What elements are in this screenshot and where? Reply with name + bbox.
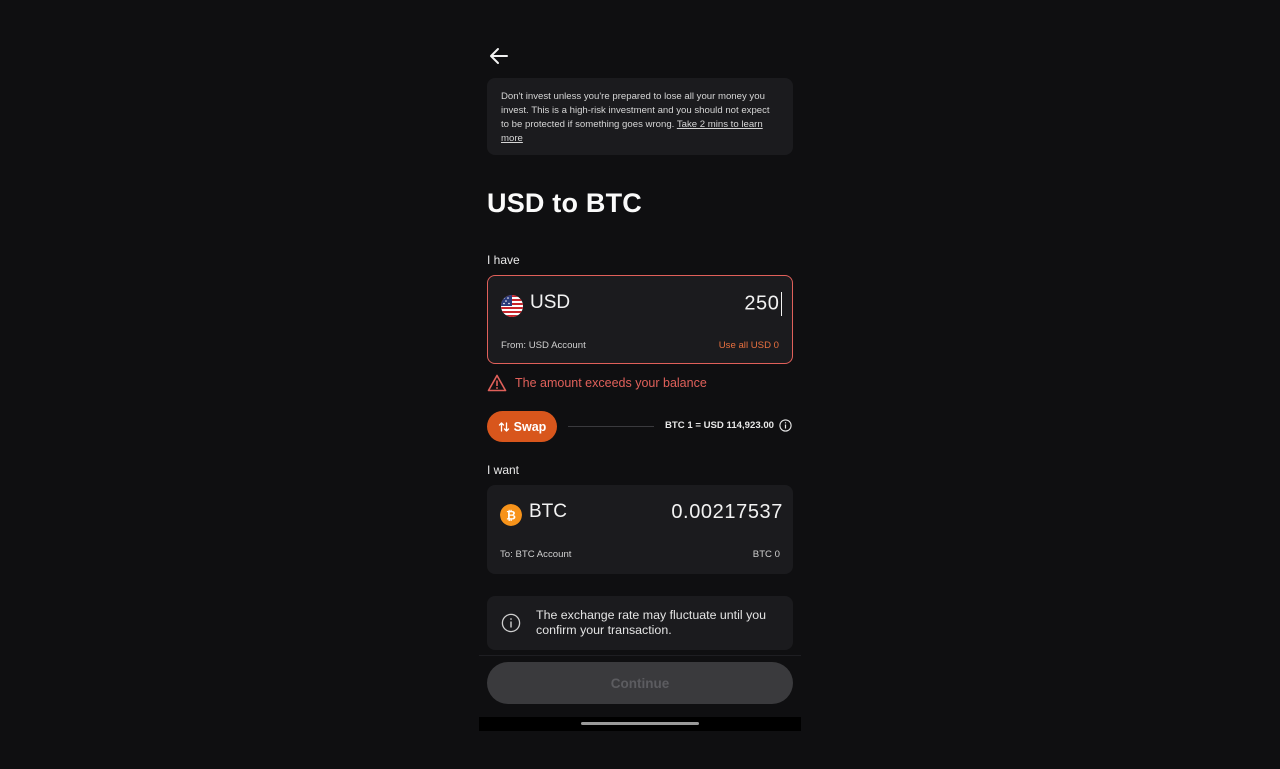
info-icon[interactable] [779,419,792,432]
risk-warning-banner: Don't invest unless you're prepared to l… [487,78,793,155]
use-all-button[interactable]: Use all USD 0 [719,340,779,351]
notice-text: The exchange rate may fluctuate until yo… [536,608,767,637]
i-want-label: I want [487,463,520,477]
continue-label: Continue [610,675,670,691]
warning-triangle-icon [487,374,507,392]
back-arrow-icon[interactable] [487,44,511,68]
divider [568,426,654,427]
continue-button[interactable]: Continue [487,662,793,704]
target-balance: BTC 0 [752,549,780,560]
exchange-rate: BTC 1 = USD 114,923.00 [665,419,792,432]
us-flag-icon [501,295,523,317]
source-amount-value: 250 [744,292,780,315]
target-account-label: To: BTC Account [500,549,572,560]
source-amount-input[interactable]: 250 [744,292,782,316]
phone-screen: Don't invest unless you're prepared to l… [479,0,801,731]
source-amount-card[interactable]: USD 250 From: USD Account Use all USD 0 [487,275,793,364]
footer-divider [479,655,801,656]
target-amount-value: 0.00217537 [671,501,783,523]
home-indicator[interactable] [581,722,699,725]
info-circle-icon [501,613,521,633]
swap-label: Swap [513,419,547,434]
svg-text:₿: ₿ [506,509,516,523]
target-amount-card[interactable]: ₿ BTC 0.00217537 To: BTC Account BTC 0 [487,485,793,574]
balance-error-message: The amount exceeds your balance [487,373,707,393]
rate-fluctuation-notice: The exchange rate may fluctuate until yo… [487,596,793,650]
source-currency: USD [530,292,571,313]
system-nav-bar [479,717,801,731]
source-account-label: From: USD Account [501,340,586,351]
swap-button[interactable]: Swap [487,411,557,442]
swap-arrows-icon [498,421,509,432]
exchange-rate-text: BTC 1 = USD 114,923.00 [664,420,774,431]
target-currency: BTC [529,501,567,522]
bitcoin-icon: ₿ [500,504,522,526]
i-have-label: I have [487,253,520,267]
balance-error-text: The amount exceeds your balance [515,376,707,390]
page-title: USD to BTC [487,188,642,218]
text-caret [780,292,782,316]
